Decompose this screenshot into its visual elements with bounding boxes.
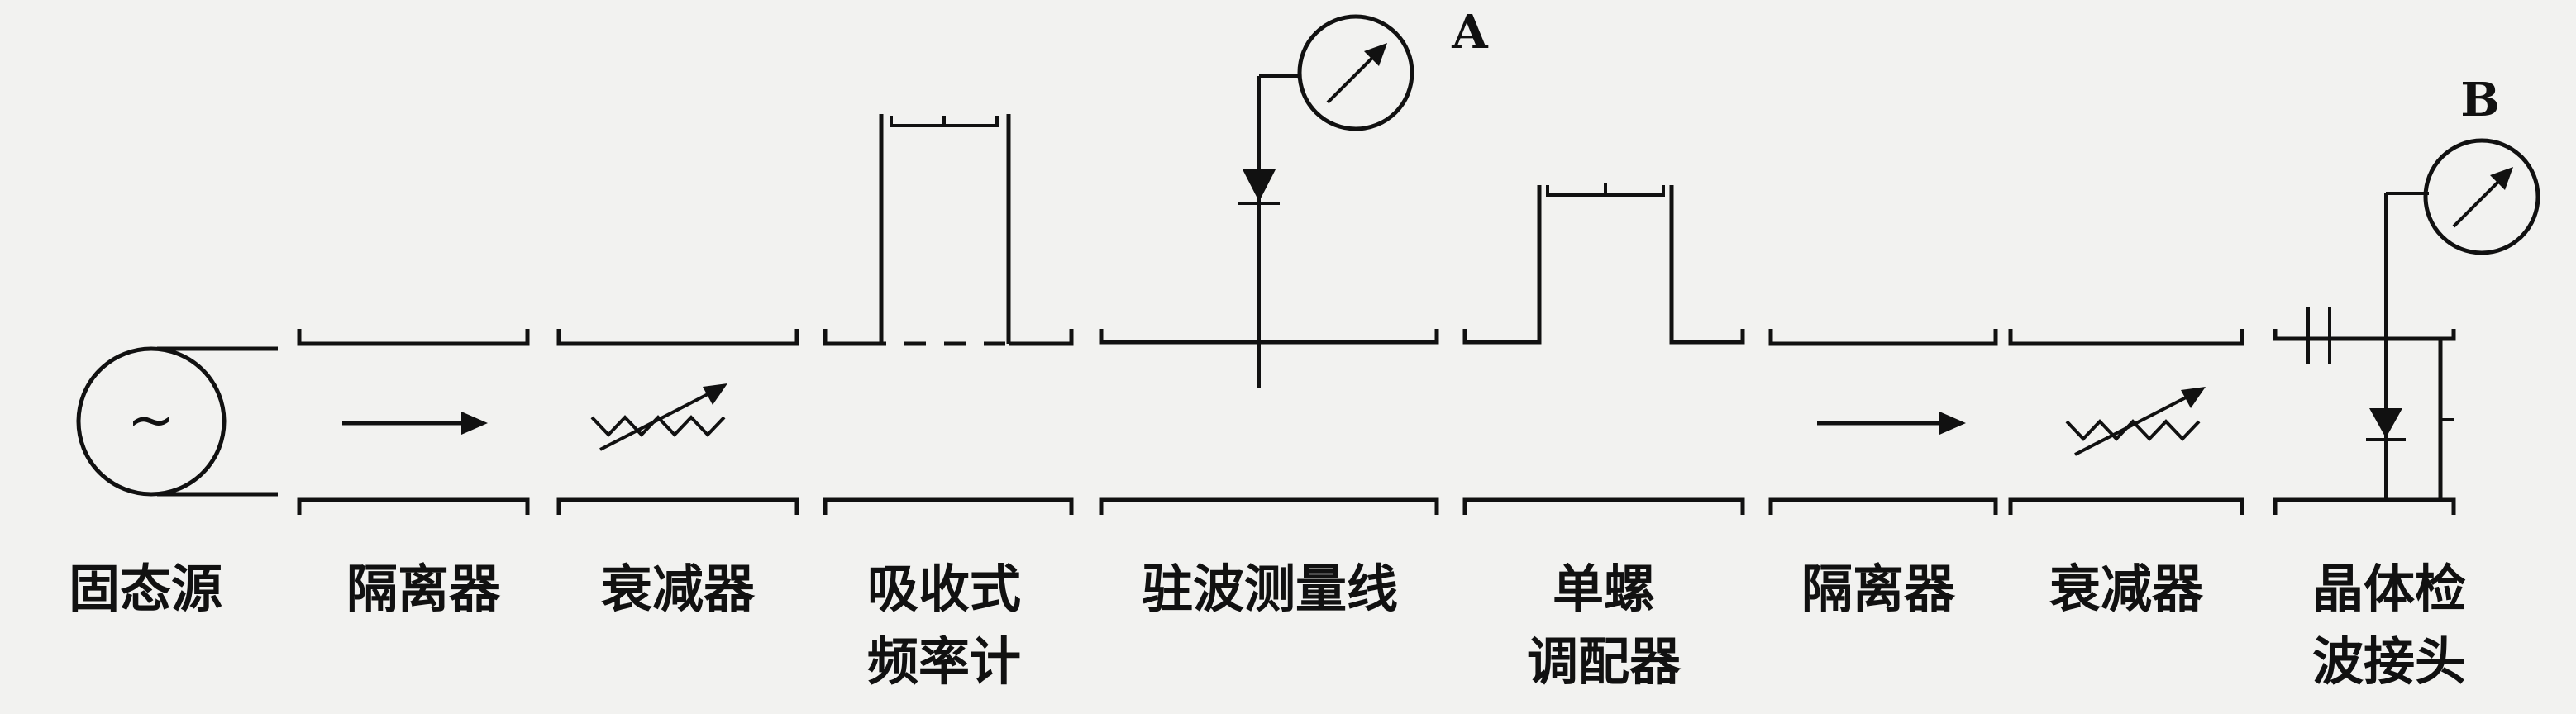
probe-diode-triangle bbox=[1243, 169, 1276, 202]
isolator-2 bbox=[1768, 329, 1998, 515]
detector-top-wall bbox=[2273, 329, 2456, 341]
attenuator-1-top-wall bbox=[556, 329, 799, 346]
attenuator-2-bottom-wall bbox=[2008, 497, 2244, 515]
isolator-1-top-wall bbox=[297, 329, 530, 346]
attenuator-2-variable-arrow-shaft bbox=[2074, 393, 2192, 456]
wavemeter-bottom-wall bbox=[823, 497, 1074, 515]
tuner-top-wall-left bbox=[1462, 185, 1542, 345]
label-slotted-line-line-1: 驻波测量线 bbox=[1142, 559, 1398, 619]
attenuator-2-top-wall bbox=[2008, 329, 2244, 346]
component-labels: 固态源 隔离器 衰减器 吸收式 频率计 驻波测量线 单螺 调配器 隔离器 衰减器… bbox=[69, 559, 2466, 692]
label-tuner-line-1: 单螺 bbox=[1553, 559, 1655, 619]
isolator-2-top-wall bbox=[1768, 329, 1998, 346]
solid-state-source: ~ bbox=[76, 346, 278, 497]
attenuator-1 bbox=[556, 329, 799, 515]
label-wavemeter-line-1: 吸收式 bbox=[867, 559, 1021, 619]
detector-bottom-wall bbox=[2273, 497, 2456, 515]
meter-b-needle bbox=[2452, 177, 2503, 228]
label-wavemeter-line-2: 频率计 bbox=[867, 631, 1021, 692]
absorption-wavemeter bbox=[823, 114, 1074, 515]
slotted-line-bottom-wall bbox=[1099, 497, 1439, 515]
attenuator-1-bottom-wall bbox=[556, 497, 799, 515]
source-tilde-symbol: ~ bbox=[127, 386, 176, 454]
isolator-1-bottom-wall bbox=[297, 497, 530, 515]
wavemeter-top-wall-left bbox=[823, 329, 865, 346]
label-detector-line-1: 晶体检 bbox=[2312, 559, 2466, 619]
crystal-detector-mount bbox=[2273, 192, 2456, 515]
isolator-1 bbox=[297, 329, 530, 515]
meter-a: A bbox=[1297, 5, 1489, 131]
attenuator-2 bbox=[2008, 329, 2244, 515]
tuner-bottom-wall bbox=[1462, 497, 1745, 515]
label-tuner-line-2: 调配器 bbox=[1527, 631, 1682, 692]
wavemeter-top-wall-right bbox=[1009, 329, 1074, 346]
single-screw-tuner bbox=[1462, 183, 1745, 515]
label-attenuator-1-line-1: 衰减器 bbox=[601, 559, 756, 619]
isolator-2-arrow-head bbox=[1939, 412, 1966, 435]
label-isolator-2-line-1: 隔离器 bbox=[1801, 559, 1956, 619]
label-attenuator-2-line-1: 衰减器 bbox=[2049, 559, 2204, 619]
slotted-line bbox=[1099, 74, 1439, 515]
meter-b: B bbox=[2423, 73, 2540, 255]
detector-diode-triangle bbox=[2369, 408, 2402, 438]
slotted-line-top-wall bbox=[1099, 329, 1439, 345]
meter-b-letter: B bbox=[2460, 73, 2499, 127]
meter-a-letter: A bbox=[1451, 5, 1489, 60]
meter-a-needle bbox=[1326, 53, 1377, 104]
microwave-measurement-system-diagram: ~ A B 固态源 隔离器 衰减器 吸收式 频率计 驻波测量线 单螺 调配器 隔… bbox=[69, 5, 2540, 692]
label-isolator-1-line-1: 隔离器 bbox=[346, 559, 501, 619]
label-detector-line-2: 波接头 bbox=[2312, 631, 2466, 692]
tuner-top-wall-right bbox=[1669, 185, 1745, 345]
label-source-line-1: 固态源 bbox=[69, 559, 222, 619]
isolator-1-arrow-head bbox=[461, 412, 488, 435]
isolator-2-bottom-wall bbox=[1768, 497, 1998, 515]
